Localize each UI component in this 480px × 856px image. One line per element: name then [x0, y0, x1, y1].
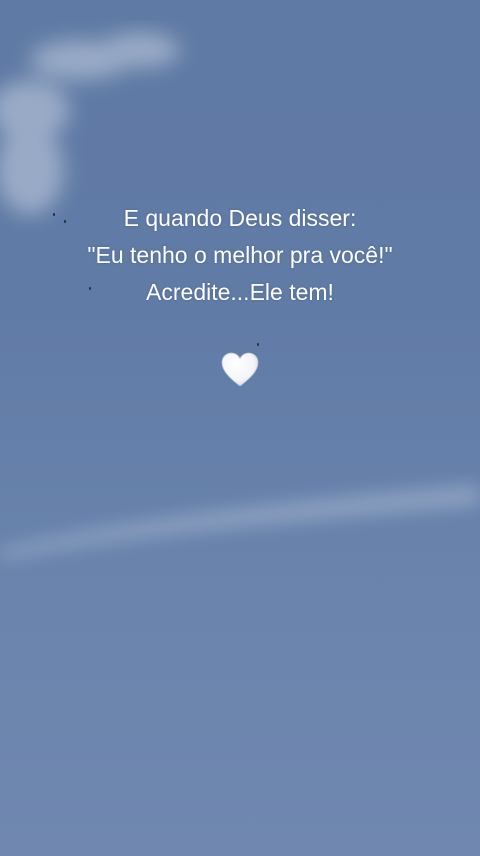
speck-4: [257, 343, 259, 346]
contrail-streak: [0, 485, 480, 560]
quote-text: E quando Deus disser: "Eu tenho o melhor…: [0, 200, 480, 311]
sky-background: [0, 0, 480, 856]
quote-line-3: Acredite...Ele tem!: [146, 279, 334, 305]
quote-line-2: "Eu tenho o melhor pra você!": [87, 242, 393, 268]
quote-line-1: E quando Deus disser:: [123, 205, 357, 231]
white-heart-icon: [221, 352, 259, 387]
